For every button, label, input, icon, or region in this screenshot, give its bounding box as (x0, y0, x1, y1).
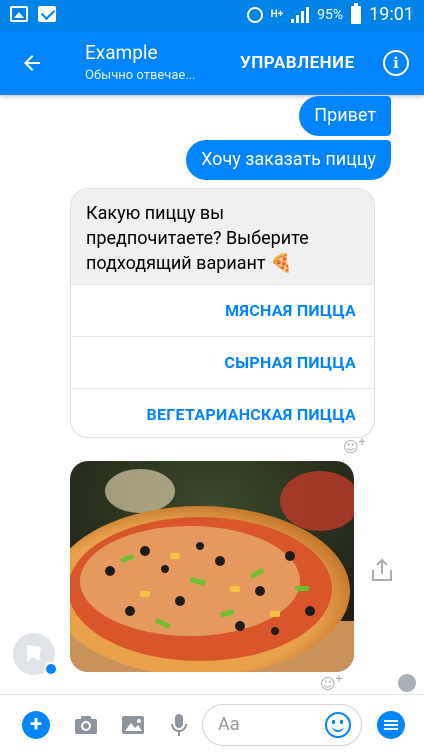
info-icon[interactable]: i (383, 50, 409, 76)
chat-header: Example Обычно отвечае... УПРАВЛЕНИЕ i (0, 31, 424, 95)
gallery-notification-icon (10, 6, 28, 22)
camera-icon[interactable] (72, 711, 100, 739)
messenger-badge-icon (44, 662, 58, 676)
microphone-icon[interactable] (165, 711, 193, 739)
mail-notification-icon (38, 6, 56, 22)
bot-message-card: Какую пиццу вы предпочитаете? Выберите п… (70, 188, 375, 438)
clock: 19:01 (369, 4, 414, 25)
chat-subtitle: Обычно отвечае... (85, 68, 196, 83)
battery-icon (351, 2, 362, 24)
gallery-icon[interactable] (119, 711, 147, 739)
chat-title[interactable]: Example (85, 41, 158, 64)
outgoing-message[interactable]: Привет (299, 96, 391, 136)
battery-percent: 95% (317, 6, 344, 23)
signal-icon (291, 6, 310, 23)
emoji-icon[interactable] (325, 712, 351, 738)
share-icon[interactable] (371, 558, 393, 582)
back-arrow-icon[interactable] (20, 51, 44, 75)
add-reaction-icon[interactable]: ☺+ (320, 672, 346, 693)
pizza-image[interactable] (70, 461, 354, 672)
option-vegetarian-pizza[interactable]: ВЕГЕТАРИАНСКАЯ ПИЦЦА (71, 388, 374, 437)
plus-icon[interactable]: + (22, 711, 50, 739)
alarm-icon (246, 6, 263, 23)
status-bar: H+ 95% 19:01 (0, 0, 424, 31)
read-receipt-avatar (398, 674, 416, 692)
bot-message-text: Какую пиццу вы предпочитаете? Выберите п… (71, 189, 374, 284)
menu-icon[interactable] (377, 711, 405, 739)
manage-button[interactable]: УПРАВЛЕНИЕ (240, 53, 355, 73)
message-composer: + Aa (0, 694, 424, 754)
add-reaction-icon[interactable]: ☺+ (343, 435, 369, 456)
network-type: H+ (270, 8, 284, 20)
option-cheese-pizza[interactable]: СЫРНАЯ ПИЦЦА (71, 336, 374, 388)
option-meat-pizza[interactable]: МЯСНАЯ ПИЦЦА (71, 284, 374, 336)
outgoing-message[interactable]: Хочу заказать пиццу (186, 140, 391, 180)
